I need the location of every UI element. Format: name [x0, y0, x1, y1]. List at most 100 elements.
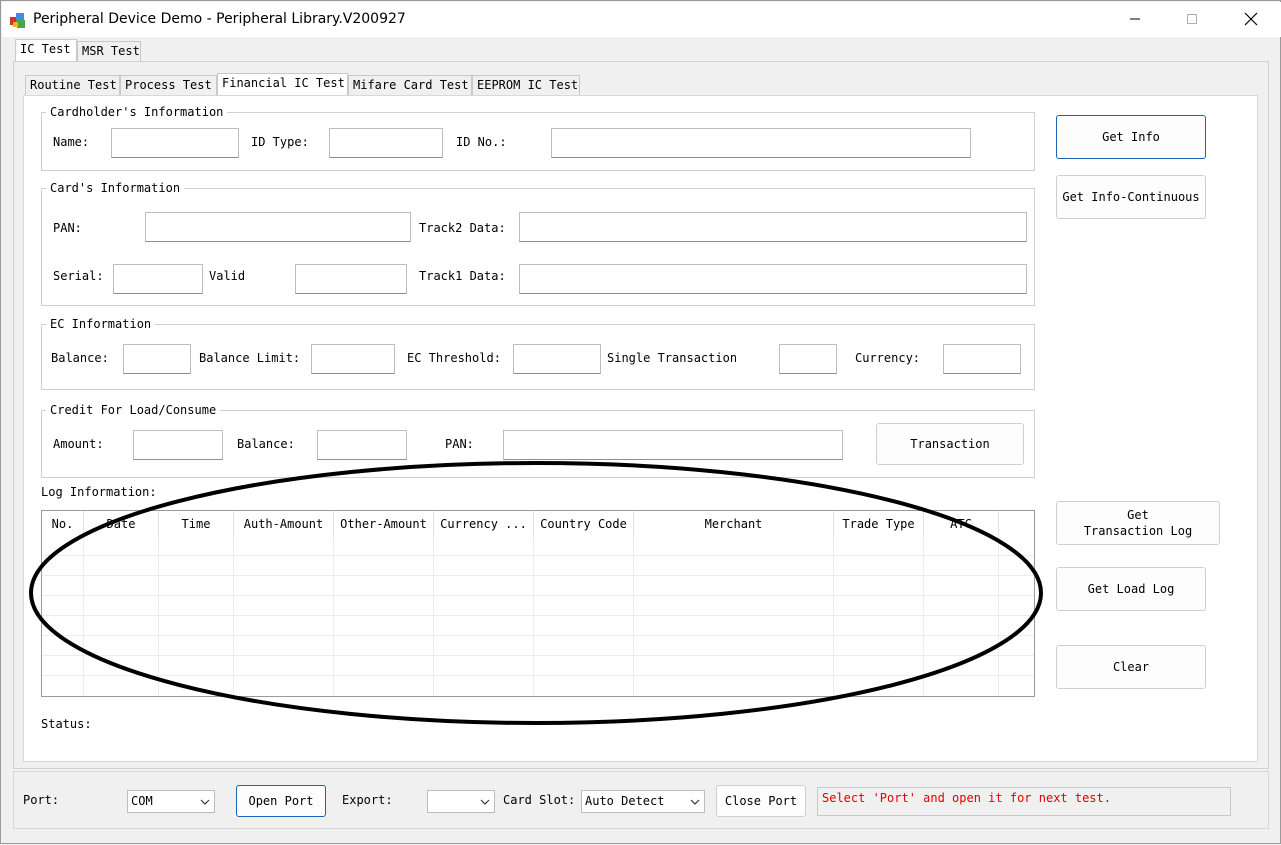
grid-line [42, 675, 1034, 676]
balance-limit-field[interactable] [311, 344, 395, 374]
get-load-log-button[interactable]: Get Load Log [1056, 567, 1206, 611]
track1-label: Track1 Data: [419, 269, 506, 283]
credit-pan-label: PAN: [445, 437, 474, 451]
grid-line [83, 537, 84, 696]
card-slot-select-value: Auto Detect [585, 794, 665, 808]
get-transaction-log-button[interactable]: Get Transaction Log [1056, 501, 1220, 545]
chevron-down-icon [690, 799, 700, 805]
chevron-down-icon [200, 799, 210, 805]
grid-line [533, 537, 534, 696]
port-label: Port: [23, 793, 60, 807]
column-header-other-amount[interactable]: Other-Amount [334, 511, 434, 537]
port-select[interactable]: COM [127, 790, 215, 813]
export-select[interactable] [427, 790, 495, 813]
maximize-button[interactable] [1164, 2, 1220, 36]
credit-group-title: Credit For Load/Consume [46, 403, 221, 417]
close-icon [1244, 12, 1258, 26]
single-transaction-field[interactable] [779, 344, 837, 374]
amount-label: Amount: [53, 437, 104, 451]
tab-financial-ic-test[interactable]: Financial IC Test [217, 73, 348, 95]
card-slot-label: Card Slot: [503, 793, 576, 807]
credit-balance-label: Balance: [237, 437, 295, 451]
card-slot-select[interactable]: Auto Detect [581, 790, 705, 813]
column-header-no[interactable]: No. [42, 511, 84, 537]
column-header-merchant[interactable]: Merchant [634, 511, 834, 537]
column-header-currency[interactable]: Currency ... [434, 511, 534, 537]
grid-line [42, 575, 1034, 576]
tab-mifare-card-test[interactable]: Mifare Card Test [348, 75, 472, 95]
column-header-atc[interactable]: ATC [924, 511, 999, 537]
ec-balance-field[interactable] [123, 344, 191, 374]
tab-routine-test[interactable]: Routine Test [25, 75, 120, 95]
name-field[interactable] [111, 128, 239, 158]
name-label: Name: [53, 135, 90, 149]
close-port-button[interactable]: Close Port [716, 785, 806, 817]
status-label: Status: [41, 717, 92, 731]
grid-line [42, 615, 1034, 616]
currency-label: Currency: [855, 351, 921, 365]
tab-eeprom-ic-test[interactable]: EEPROM IC Test [472, 75, 580, 95]
log-grid[interactable]: No. Date Time Auth-Amount Other-Amount C… [41, 510, 1035, 697]
ec-balance-label: Balance: [51, 351, 109, 365]
maximize-icon [1187, 14, 1197, 24]
window-title: Peripheral Device Demo - Peripheral Libr… [33, 11, 406, 27]
amount-field[interactable] [133, 430, 223, 460]
cardholder-group-title: Cardholder's Information [46, 105, 228, 119]
tab-process-test[interactable]: Process Test [120, 75, 217, 95]
column-header-auth-amount[interactable]: Auth-Amount [234, 511, 334, 537]
grid-line [233, 537, 234, 696]
column-header-country-code[interactable]: Country Code [534, 511, 634, 537]
port-select-value: COM [131, 794, 153, 808]
column-header-date[interactable]: Date [84, 511, 159, 537]
log-information-label: Log Information: [41, 485, 157, 499]
transaction-button[interactable]: Transaction [876, 423, 1024, 465]
track2-label: Track2 Data: [419, 221, 506, 235]
valid-field[interactable] [295, 264, 407, 294]
grid-line [42, 555, 1034, 556]
grid-line [42, 595, 1034, 596]
balance-limit-label: Balance Limit: [199, 351, 301, 365]
tab-ic-test[interactable]: IC Test [15, 39, 77, 61]
credit-balance-field[interactable] [317, 430, 407, 460]
status-message: Select 'Port' and open it for next test. [817, 787, 1231, 816]
id-type-field[interactable] [329, 128, 443, 158]
serial-field[interactable] [113, 264, 203, 294]
grid-line [42, 635, 1034, 636]
ec-info-group-title: EC Information [46, 317, 156, 331]
single-transaction-label: Single Transaction [607, 351, 738, 365]
clear-button[interactable]: Clear [1056, 645, 1206, 689]
get-info-button[interactable]: Get Info [1056, 115, 1206, 159]
grid-line [998, 537, 999, 696]
minimize-icon [1130, 18, 1140, 20]
minimize-button[interactable] [1107, 2, 1163, 36]
grid-line [433, 537, 434, 696]
get-info-continuous-button[interactable]: Get Info-Continuous [1056, 175, 1206, 219]
open-port-button[interactable]: Open Port [236, 785, 326, 817]
credit-pan-field[interactable] [503, 430, 843, 460]
grid-line [42, 655, 1034, 656]
get-transaction-log-line1: Get [1127, 508, 1149, 522]
ec-threshold-label: EC Threshold: [407, 351, 501, 365]
id-no-field[interactable] [551, 128, 971, 158]
column-header-time[interactable]: Time [159, 511, 234, 537]
track2-field[interactable] [519, 212, 1027, 242]
grid-line [158, 537, 159, 696]
track1-field[interactable] [519, 264, 1027, 294]
chevron-down-icon [480, 799, 490, 805]
app-icon [9, 11, 27, 29]
column-header-trade-type[interactable]: Trade Type [834, 511, 924, 537]
currency-field[interactable] [943, 344, 1021, 374]
valid-label: Valid [209, 269, 246, 283]
close-button[interactable] [1223, 2, 1279, 36]
id-type-label: ID Type: [251, 135, 309, 149]
ec-threshold-field[interactable] [513, 344, 601, 374]
pan-label: PAN: [53, 221, 82, 235]
app-window: Peripheral Device Demo - Peripheral Libr… [0, 0, 1281, 844]
card-info-group-title: Card's Information [46, 181, 185, 195]
grid-line [333, 537, 334, 696]
get-transaction-log-line2: Transaction Log [1083, 524, 1193, 538]
id-no-label: ID No.: [456, 135, 507, 149]
tab-msr-test[interactable]: MSR Test [77, 41, 141, 61]
grid-line [833, 537, 834, 696]
pan-field[interactable] [145, 212, 411, 242]
